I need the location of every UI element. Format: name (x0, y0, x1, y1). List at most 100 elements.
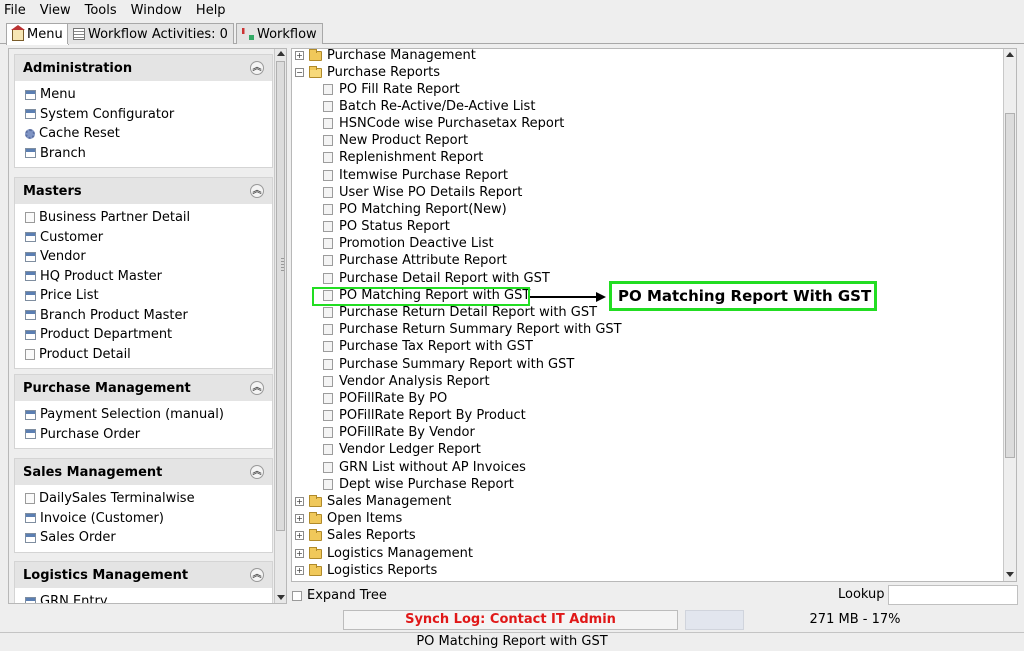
sidebar-item-cache-reset[interactable]: Cache Reset (25, 124, 272, 144)
tree-label: PO Status Report (339, 219, 450, 234)
menu-help[interactable]: Help (196, 3, 226, 18)
expand-icon[interactable]: + (295, 531, 304, 540)
sidebar-item-branch[interactable]: Branch (25, 144, 272, 164)
section-header[interactable]: Sales Management ︽ (15, 459, 272, 485)
scroll-up-icon[interactable] (1006, 52, 1014, 57)
section-header[interactable]: Logistics Management ︽ (15, 562, 272, 588)
expand-icon[interactable]: + (295, 566, 304, 575)
tree-leaf[interactable]: PO Matching Report(New) (323, 201, 507, 218)
sidebar-item-vendor[interactable]: Vendor (25, 247, 272, 267)
scroll-down-icon[interactable] (277, 595, 285, 600)
tree-leaf[interactable]: GRN List without AP Invoices (323, 459, 526, 476)
collapse-icon[interactable]: ︽ (250, 381, 264, 395)
menu-sidebar: Administration ︽ Menu System Configurato… (8, 48, 287, 604)
sidebar-item-menu[interactable]: Menu (25, 85, 272, 105)
expand-tree-checkbox[interactable] (292, 590, 302, 601)
report-icon (323, 359, 333, 370)
sidebar-item-grn-entry[interactable]: GRN Entry (25, 592, 272, 603)
expand-icon[interactable]: + (295, 51, 304, 60)
annotation-callout: PO Matching Report With GST (609, 281, 877, 311)
menu-tools[interactable]: Tools (85, 3, 117, 18)
tree-folder-sales-reports[interactable]: + Sales Reports (295, 527, 416, 544)
section-header[interactable]: Administration ︽ (15, 55, 272, 81)
sidebar-item-system-configurator[interactable]: System Configurator (25, 105, 272, 125)
memory-status[interactable]: 271 MB - 17% (790, 612, 920, 627)
scrollbar-thumb[interactable] (276, 61, 285, 531)
tree-scrollbar[interactable] (1003, 49, 1016, 581)
workflow-icon (242, 28, 254, 40)
tab-workflow[interactable]: Workflow (236, 23, 323, 44)
sidebar-scrollbar[interactable] (274, 49, 286, 603)
collapse-icon[interactable]: − (295, 68, 304, 77)
tree-leaf[interactable]: Purchase Summary Report with GST (323, 356, 574, 373)
tree-leaf[interactable]: User Wise PO Details Report (323, 184, 522, 201)
sidebar-item-customer[interactable]: Customer (25, 228, 272, 248)
tree-leaf[interactable]: POFillRate Report By Product (323, 407, 526, 424)
tree-label: Purchase Attribute Report (339, 253, 507, 268)
tree-leaf[interactable]: POFillRate By Vendor (323, 424, 475, 441)
window-icon (25, 596, 36, 603)
synch-log-button[interactable]: Synch Log: Contact IT Admin (343, 610, 678, 630)
tab-workflow-activities[interactable]: Workflow Activities: 0 (67, 23, 234, 44)
collapse-icon[interactable]: ︽ (250, 465, 264, 479)
expand-icon[interactable]: + (295, 549, 304, 558)
tree-folder-sales-management[interactable]: + Sales Management (295, 493, 451, 510)
sidebar-item-sales-order[interactable]: Sales Order (25, 528, 272, 548)
tree-leaf[interactable]: Purchase Tax Report with GST (323, 338, 533, 355)
tree-folder-purchase-reports[interactable]: − Purchase Reports (295, 64, 440, 81)
tab-menu[interactable]: Menu (6, 23, 69, 45)
sidebar-item-product-department[interactable]: Product Department (25, 325, 272, 345)
home-icon (11, 24, 25, 41)
collapse-icon[interactable]: ︽ (250, 61, 264, 75)
tree-label: Purchase Detail Report with GST (339, 271, 550, 286)
tree-leaf[interactable]: Dept wise Purchase Report (323, 476, 514, 493)
lookup-input[interactable] (888, 585, 1018, 605)
tree-leaf[interactable]: POFillRate By PO (323, 390, 447, 407)
menu-file[interactable]: File (4, 3, 26, 18)
splitter-grip[interactable] (281, 258, 284, 272)
tree-leaf[interactable]: Batch Re-Active/De-Active List (323, 98, 535, 115)
tree-folder-open-items[interactable]: + Open Items (295, 510, 402, 527)
menu-window[interactable]: Window (131, 3, 182, 18)
tree-leaf[interactable]: Purchase Return Detail Report with GST (323, 304, 597, 321)
tree-folder-purchase-management[interactable]: + Purchase Management (295, 49, 476, 64)
expand-tree-toggle[interactable]: Expand Tree (292, 588, 387, 603)
tree-leaf[interactable]: PO Fill Rate Report (323, 81, 460, 98)
sidebar-item-invoice-customer[interactable]: Invoice (Customer) (25, 509, 272, 529)
sidebar-item-price-list[interactable]: Price List (25, 286, 272, 306)
tree-label: Purchase Summary Report with GST (339, 357, 575, 372)
tree-leaf[interactable]: Vendor Analysis Report (323, 373, 490, 390)
scroll-down-icon[interactable] (1006, 572, 1014, 577)
tree-leaf[interactable]: Promotion Deactive List (323, 235, 494, 252)
expand-icon[interactable]: + (295, 514, 304, 523)
tree-leaf[interactable]: Vendor Ledger Report (323, 441, 481, 458)
collapse-icon[interactable]: ︽ (250, 568, 264, 582)
expand-icon[interactable]: + (295, 497, 304, 506)
tree-leaf[interactable]: PO Status Report (323, 218, 450, 235)
section-header[interactable]: Purchase Management ︽ (15, 375, 272, 401)
tree-leaf[interactable]: Replenishment Report (323, 149, 483, 166)
sidebar-item-dailysales-terminalwise[interactable]: DailySales Terminalwise (25, 489, 272, 509)
sidebar-item-branch-product-master[interactable]: Branch Product Master (25, 306, 272, 326)
collapse-icon[interactable]: ︽ (250, 184, 264, 198)
tree-folder-logistics-reports[interactable]: + Logistics Reports (295, 562, 437, 579)
menu-view[interactable]: View (40, 3, 71, 18)
tree-label: Logistics Reports (327, 563, 438, 578)
section-header[interactable]: Masters ︽ (15, 178, 272, 204)
tree-leaf[interactable]: Purchase Return Summary Report with GST (323, 321, 622, 338)
report-icon (323, 410, 333, 421)
scrollbar-thumb[interactable] (1005, 113, 1015, 458)
tree-folder-logistics-management[interactable]: + Logistics Management (295, 545, 473, 562)
section-title: Purchase Management (23, 380, 191, 396)
tree-leaf[interactable]: Purchase Attribute Report (323, 252, 507, 269)
sidebar-item-hq-product-master[interactable]: HQ Product Master (25, 267, 272, 287)
tree-leaf[interactable]: HSNCode wise Purchasetax Report (323, 115, 564, 132)
sidebar-item-payment-selection[interactable]: Payment Selection (manual) (25, 405, 272, 425)
sidebar-item-purchase-order[interactable]: Purchase Order (25, 425, 272, 445)
sidebar-item-product-detail[interactable]: Product Detail (25, 345, 272, 365)
tree-leaf[interactable]: Purchase Detail Report with GST (323, 270, 550, 287)
sidebar-item-business-partner-detail[interactable]: Business Partner Detail (25, 208, 272, 228)
scroll-up-icon[interactable] (277, 51, 285, 56)
tree-leaf[interactable]: New Product Report (323, 132, 468, 149)
tree-leaf[interactable]: Itemwise Purchase Report (323, 167, 508, 184)
